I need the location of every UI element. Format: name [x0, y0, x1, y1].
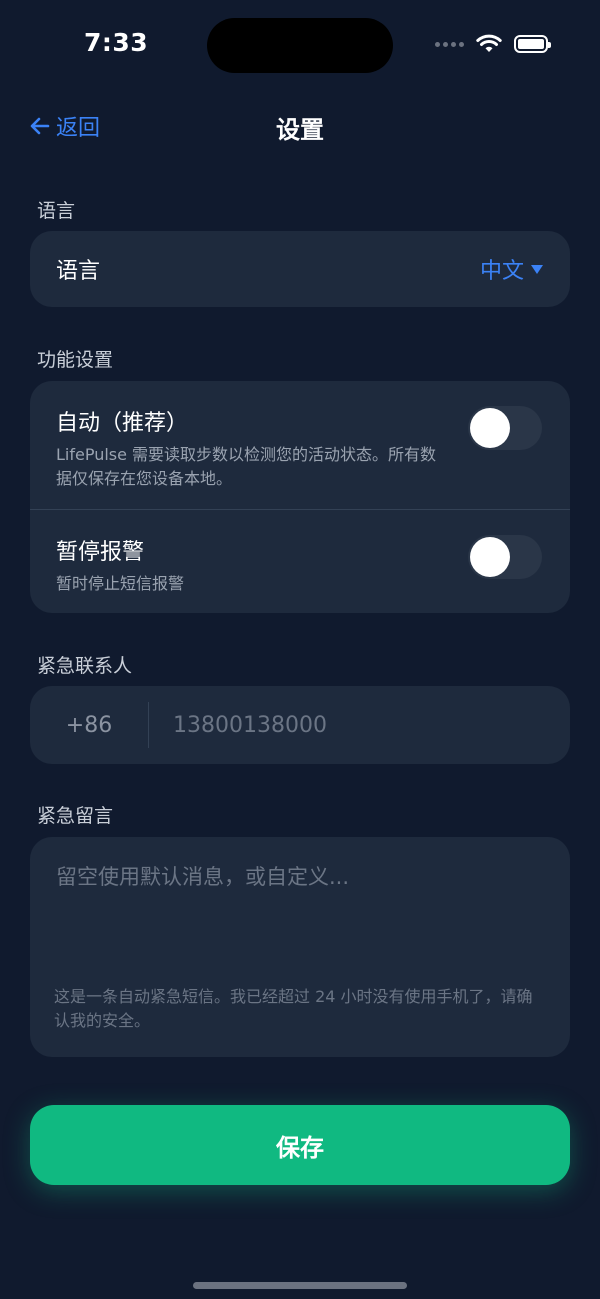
back-button[interactable]: 返回	[30, 110, 100, 142]
arrow-left-icon	[30, 117, 50, 135]
toggle-knob	[470, 408, 510, 448]
language-value: 中文	[479, 259, 524, 284]
battery-icon	[514, 35, 551, 53]
signal-icon	[435, 41, 464, 47]
section-label-contact: 紧急联系人	[37, 655, 133, 677]
language-label: 语言	[56, 259, 101, 284]
function-settings-card: 自动（推荐） LifePulse 需要读取步数以检测您的活动状态。所有数据仅保存…	[30, 381, 570, 613]
phone-input[interactable]	[149, 711, 570, 739]
section-label-function: 功能设置	[37, 349, 114, 371]
caret-down-icon	[531, 265, 543, 274]
auto-setting-description: LifePulse 需要读取步数以检测您的活动状态。所有数据仅保存在您设备本地。	[56, 445, 437, 488]
status-time: 7:33	[84, 28, 149, 57]
country-code[interactable]: +86	[30, 713, 148, 738]
language-row[interactable]: 语言 中文	[30, 231, 570, 307]
divider	[30, 509, 570, 510]
toggle-knob	[470, 537, 510, 577]
save-button[interactable]: 保存	[30, 1105, 570, 1185]
language-select[interactable]: 中文	[480, 253, 544, 285]
status-icons	[435, 34, 551, 54]
emergency-message-card: 这是一条自动紧急短信。我已经超过 24 小时没有使用手机了，请确认我的安全。	[30, 837, 570, 1057]
message-input[interactable]	[54, 859, 546, 983]
pause-alert-toggle[interactable]	[468, 535, 542, 579]
back-label: 返回	[56, 116, 101, 141]
pause-alert-description: 暂时停止短信报警	[56, 574, 185, 593]
emergency-contact-card: +86	[30, 686, 570, 764]
message-hint: 这是一条自动紧急短信。我已经超过 24 小时没有使用手机了，请确认我的安全。	[54, 987, 533, 1030]
dynamic-island	[207, 18, 393, 73]
auto-toggle[interactable]	[468, 406, 542, 450]
section-label-language: 语言	[37, 200, 76, 222]
wifi-icon	[476, 34, 502, 52]
section-label-message: 紧急留言	[37, 805, 114, 827]
home-indicator	[193, 1282, 407, 1289]
settings-screen: 7:33 设置 返回 语言 语言 中文 功能设置 自动（推荐） LifePuls…	[0, 0, 600, 1299]
